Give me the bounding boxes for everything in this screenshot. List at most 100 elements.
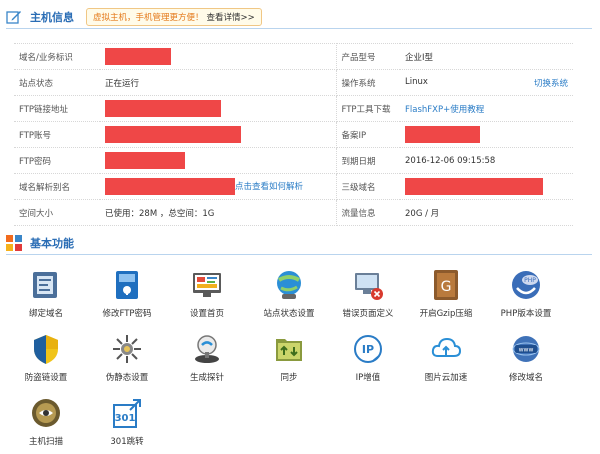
info-label: 备案IP <box>336 121 400 148</box>
bind-domain-icon <box>29 268 63 302</box>
info-value <box>400 173 573 200</box>
info-value <box>100 121 337 148</box>
info-row: FTP账号 备案IP <box>14 121 573 148</box>
promo-banner[interactable]: 虚拟主机，手机管理更方便！ 查看详情>> <box>86 8 262 26</box>
info-row: FTP链接地址 FTP工具下载 FlashFXP+使用教程 <box>14 95 573 122</box>
edit-icon <box>6 9 22 25</box>
function-label: 同步 <box>280 373 298 383</box>
info-label: FTP链接地址 <box>14 95 100 122</box>
info-row: 域名/业务标识 产品型号 企业I型 <box>14 43 573 70</box>
www-icon: www <box>509 332 543 366</box>
info-label: 到期日期 <box>336 147 400 174</box>
function-error-page[interactable]: 错误页面定义 <box>328 268 408 319</box>
info-label: 三级域名 <box>336 173 400 200</box>
function-scan[interactable]: 主机扫描 <box>6 396 86 447</box>
anti-leech-icon <box>29 332 63 366</box>
divider <box>6 254 592 255</box>
info-label: 空间大小 <box>14 199 100 226</box>
info-value: FlashFXP+使用教程 <box>400 95 573 122</box>
how-to-resolve-link[interactable]: 点击查看如何解析 <box>235 182 303 192</box>
redacted-value <box>105 100 221 117</box>
function-sync[interactable]: 同步 <box>249 332 329 383</box>
promo-text: 虚拟主机，手机管理更方便！ <box>93 13 204 23</box>
function-php[interactable]: PHP PHP版本设置 <box>486 268 566 319</box>
function-label: 修改FTP密码 <box>102 309 152 319</box>
grid-icon <box>6 235 22 251</box>
redirect-301-icon: 301 <box>110 396 144 430</box>
redacted-value <box>405 178 543 195</box>
function-gzip[interactable]: G 开启Gzip压缩 <box>406 268 486 319</box>
redacted-value <box>105 48 171 65</box>
host-info-table: 域名/业务标识 产品型号 企业I型 站点状态 正在运行 操作系统 Linux 切换系统 FTP链… <box>14 43 573 226</box>
rewrite-icon <box>110 332 144 366</box>
redacted-value <box>105 152 185 169</box>
function-label: 生成探针 <box>189 373 224 383</box>
function-ftp-password[interactable]: 修改FTP密码 <box>87 268 167 319</box>
function-label: 修改域名 <box>508 373 543 383</box>
info-label: 域名/业务标识 <box>14 43 100 70</box>
redacted-value <box>105 126 241 143</box>
info-value <box>100 95 337 122</box>
info-value: 企业I型 <box>400 43 573 70</box>
info-label: 操作系统 <box>336 69 400 96</box>
function-label: 绑定域名 <box>28 309 63 319</box>
switch-system-link[interactable]: 切换系统 <box>534 77 568 89</box>
function-anti-leech[interactable]: 防盗链设置 <box>6 332 86 383</box>
function-label: 防盗链设置 <box>24 373 68 383</box>
svg-text:G: G <box>441 279 452 295</box>
basic-functions-title: 基本功能 <box>30 237 74 250</box>
info-value: 20G / 月 <box>400 199 573 226</box>
info-row: FTP密码 到期日期 2016-12-06 09:15:58 <box>14 147 573 174</box>
ftp-password-icon <box>110 268 144 302</box>
function-site-status[interactable]: 站点状态设置 <box>249 268 329 319</box>
function-bind-domain[interactable]: 绑定域名 <box>6 268 86 319</box>
info-label: 产品型号 <box>336 43 400 70</box>
function-redirect-301[interactable]: 301 301跳转 <box>87 396 167 447</box>
host-info-title: 主机信息 <box>30 11 74 24</box>
sync-icon <box>272 332 306 366</box>
info-label: 域名解析别名 <box>14 173 100 200</box>
info-value: 正在运行 <box>100 69 337 96</box>
info-value <box>400 121 573 148</box>
info-value: Linux 切换系统 <box>400 69 573 96</box>
info-row: 域名解析别名 点击查看如何解析 三级域名 <box>14 173 573 200</box>
function-rewrite[interactable]: 伪静态设置 <box>87 332 167 383</box>
function-label: PHP版本设置 <box>500 309 552 319</box>
svg-text:IP: IP <box>362 343 374 356</box>
homepage-icon <box>190 268 224 302</box>
scan-icon <box>29 396 63 430</box>
cloud-icon <box>429 332 463 366</box>
function-label: 错误页面定义 <box>342 309 394 319</box>
function-label: 伪静态设置 <box>105 373 149 383</box>
info-value <box>100 43 337 70</box>
svg-text:www: www <box>519 347 534 354</box>
info-label: FTP账号 <box>14 121 100 148</box>
promo-link[interactable]: 查看详情>> <box>207 11 255 23</box>
function-probe[interactable]: 生成探针 <box>167 332 247 383</box>
info-row: 空间大小 已使用：28M ，总空间：1G 流量信息 20G / 月 <box>14 199 573 226</box>
function-cloud[interactable]: 图片云加速 <box>406 332 486 383</box>
ftp-tool-download-link[interactable]: FlashFXP+使用教程 <box>405 105 484 115</box>
svg-text:PHP: PHP <box>524 277 536 284</box>
info-value: 点击查看如何解析 <box>100 173 337 200</box>
info-value: 已使用：28M ，总空间：1G <box>100 199 337 226</box>
info-label: FTP密码 <box>14 147 100 174</box>
function-homepage[interactable]: 设置首页 <box>167 268 247 319</box>
divider <box>6 28 592 29</box>
php-icon: PHP <box>509 268 543 302</box>
function-label: 设置首页 <box>189 309 224 319</box>
function-label: 图片云加速 <box>424 373 468 383</box>
function-www[interactable]: www 修改域名 <box>486 332 566 383</box>
function-label: 站点状态设置 <box>263 309 315 319</box>
gzip-icon: G <box>429 268 463 302</box>
info-label: 流量信息 <box>336 199 400 226</box>
info-value: 2016-12-06 09:15:58 <box>400 147 573 174</box>
function-label: 开启Gzip压缩 <box>419 309 473 319</box>
probe-icon <box>190 332 224 366</box>
function-label: 301跳转 <box>110 437 144 447</box>
error-page-icon <box>351 268 385 302</box>
info-label: 站点状态 <box>14 69 100 96</box>
function-ip[interactable]: IP IP增值 <box>328 332 408 383</box>
site-status-icon <box>272 268 306 302</box>
redacted-value <box>105 178 235 195</box>
